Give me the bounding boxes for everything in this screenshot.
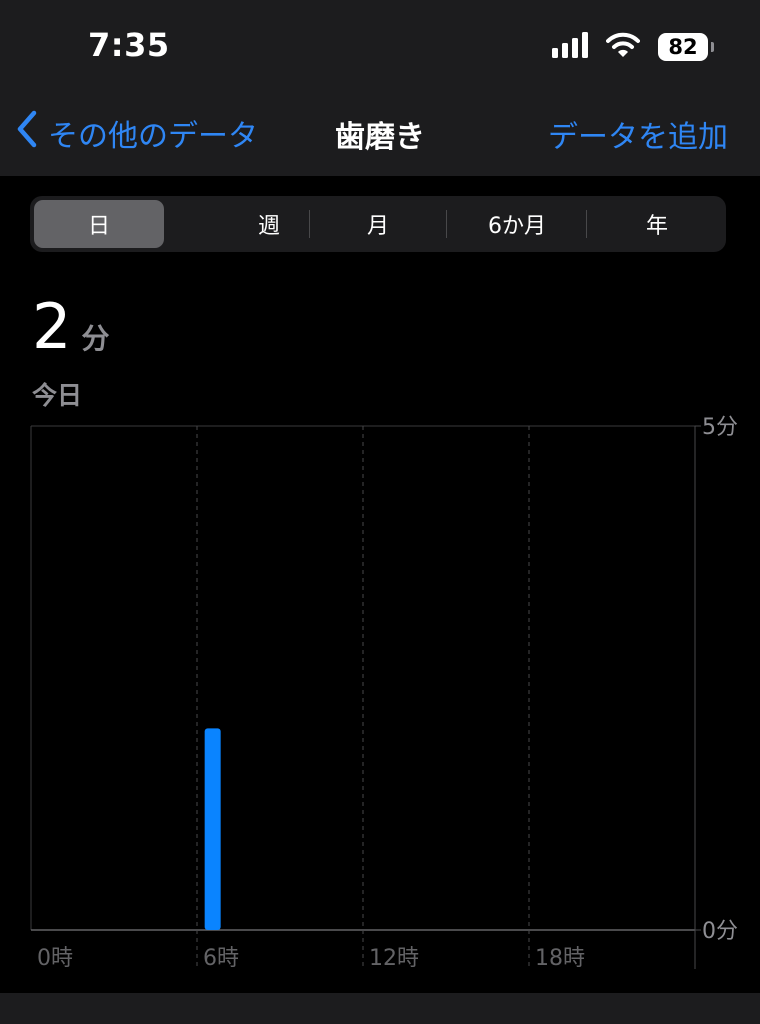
cellular-signal-icon [552,32,588,62]
period-segmented-control: 日 週 月 6か月 年 [30,196,726,252]
add-data-button[interactable]: データを追加 [548,112,728,156]
status-icons: 82 [552,32,714,62]
summary-date: 今日 [32,381,83,410]
y-tick-label: 5分 [702,415,738,440]
bottom-bar [0,993,760,1024]
x-tick-label: 12時 [369,946,419,971]
status-time: 7:35 [88,26,170,64]
y-tick-label: 0分 [702,919,738,944]
segment-month[interactable]: 月 [313,200,443,248]
segment-six-months[interactable]: 6か月 [452,200,582,248]
x-tick-label: 0時 [37,946,73,971]
battery-level: 82 [668,35,698,59]
segment-divider [309,210,310,238]
navigation-header: 7:35 82 その他のデータ 歯磨き データを追加 [0,0,760,176]
x-tick-label: 6時 [203,946,239,971]
summary-number: 2 [32,290,72,363]
summary-unit: 分 [81,322,110,355]
battery-icon: 82 [658,33,714,61]
wifi-icon [606,32,640,62]
data-bar [204,728,221,930]
segment-day[interactable]: 日 [34,200,164,248]
summary-value: 2 分 [32,296,109,358]
segment-divider [446,210,447,238]
brushing-chart[interactable]: 0時 6時 12時 18時 5分 0分 [0,410,760,980]
x-tick-label: 18時 [535,946,585,971]
segment-divider [586,210,587,238]
segment-year[interactable]: 年 [592,200,722,248]
